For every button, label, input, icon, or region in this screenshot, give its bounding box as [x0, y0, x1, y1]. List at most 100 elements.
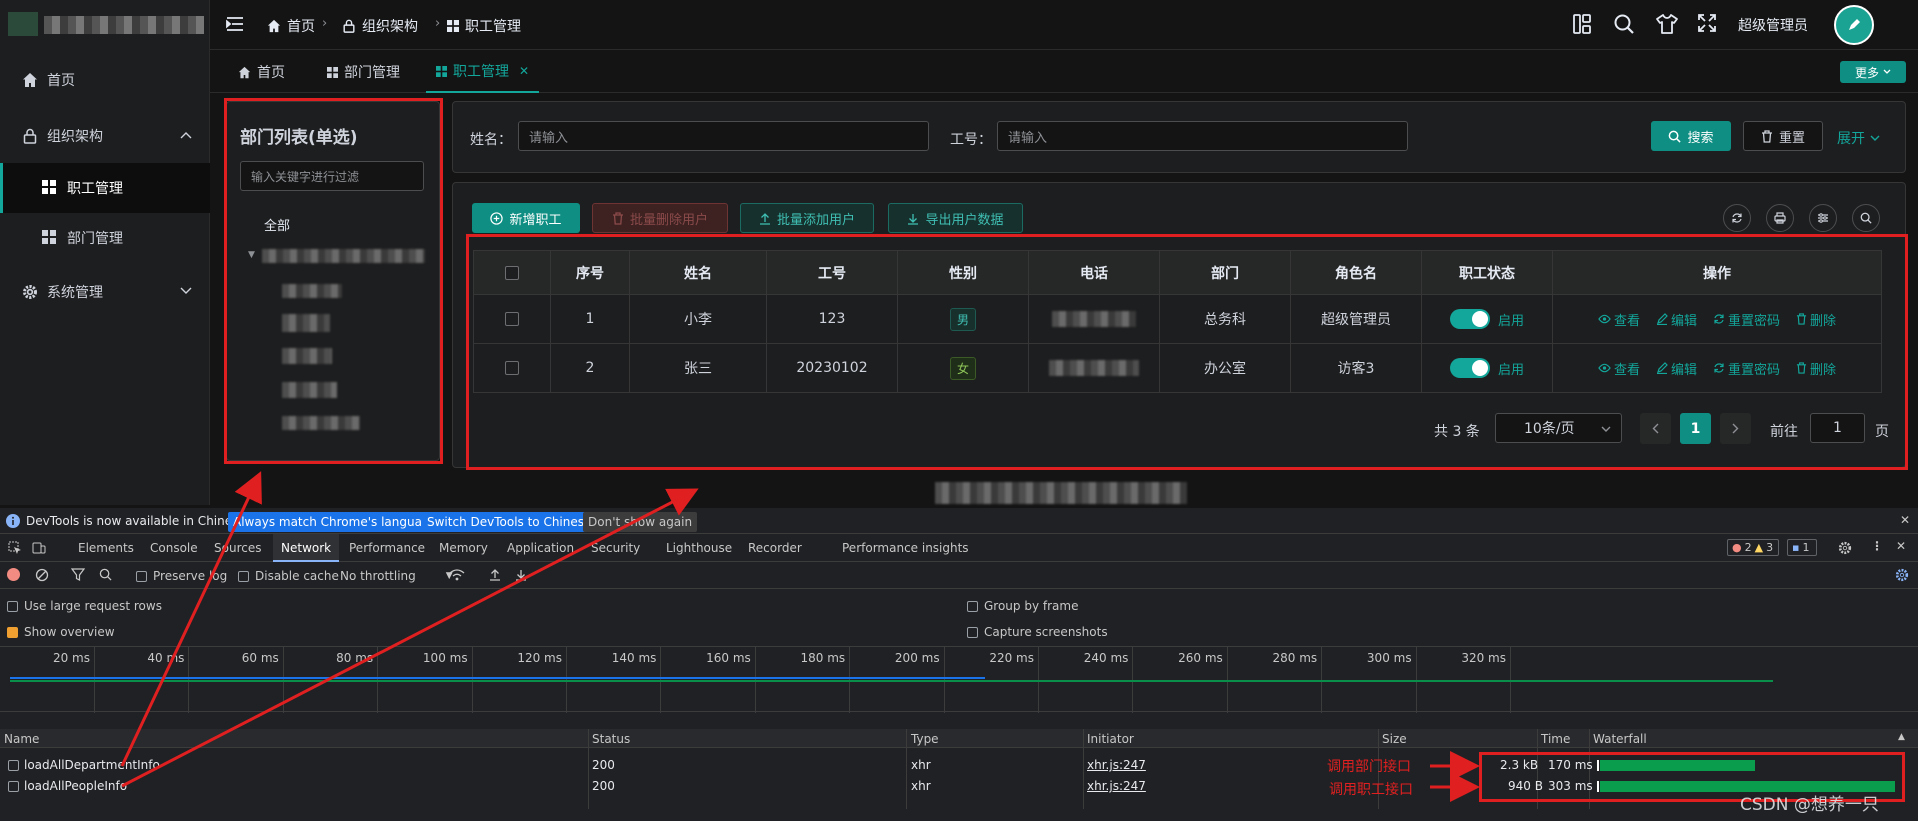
net-col-size[interactable]: Size [1382, 732, 1407, 746]
theme-shirt-icon[interactable] [1655, 13, 1679, 35]
page-number-current[interactable]: 1 [1680, 413, 1711, 444]
column-header[interactable]: 部门 [1160, 251, 1291, 294]
dept-filter-input[interactable]: 输入关键字进行过滤 [240, 161, 424, 191]
devtools-tab-network[interactable]: Network [273, 534, 340, 562]
filter-icon[interactable] [71, 568, 85, 582]
breadcrumb-org[interactable]: 组织架构 [342, 16, 418, 36]
menu-fold-icon[interactable] [226, 16, 244, 32]
tab-dept[interactable]: 部门管理 [327, 51, 400, 93]
delete-button[interactable]: 删除 [1796, 359, 1836, 378]
search-icon[interactable] [99, 568, 112, 581]
net-col-time[interactable]: Time [1541, 732, 1570, 746]
devtools-tab-performance[interactable]: Performance [349, 541, 425, 555]
throttling-select[interactable]: No throttling ▼ [340, 569, 453, 583]
column-header[interactable]: 工号 [767, 251, 898, 294]
row-checkbox[interactable] [505, 361, 519, 375]
search-button[interactable]: 搜索 [1651, 121, 1731, 151]
dept-tree-root[interactable]: 全部 [264, 215, 290, 234]
export-har-icon[interactable] [515, 568, 527, 581]
table-search-button[interactable] [1852, 204, 1880, 232]
close-icon[interactable]: ✕ [1896, 539, 1906, 553]
status-toggle[interactable] [1449, 309, 1490, 329]
add-employee-button[interactable]: 新增职工 [472, 203, 580, 233]
close-icon[interactable]: ✕ [1900, 513, 1910, 527]
row-checkbox[interactable] [505, 312, 519, 326]
net-col-waterfall[interactable]: Waterfall [1593, 732, 1647, 746]
print-button[interactable] [1766, 204, 1794, 232]
column-header[interactable]: 姓名 [630, 251, 767, 294]
next-page-button[interactable] [1720, 413, 1751, 444]
batch-add-button[interactable]: 批量添加用户 [740, 203, 874, 233]
issues-counter[interactable]: ● 2 ▲ 3 [1727, 539, 1779, 556]
request-name[interactable]: loadAllPeopleInfo [24, 779, 127, 793]
more-options-icon[interactable]: ⋮ [1871, 539, 1883, 553]
reset-button[interactable]: 重置 [1743, 121, 1823, 151]
capture-screenshots-checkbox[interactable]: Capture screenshots [967, 625, 1108, 639]
name-input[interactable]: 请输入 [518, 121, 929, 151]
view-button[interactable]: 查看 [1598, 359, 1640, 378]
edit-button[interactable]: 编辑 [1656, 359, 1697, 378]
switch-chinese-button[interactable]: Switch DevTools to Chinese [422, 512, 597, 532]
gear-icon[interactable] [1895, 568, 1909, 582]
devtools-tab-security[interactable]: Security [591, 541, 640, 555]
sidebar-item-dept[interactable]: 部门管理 [0, 213, 210, 263]
group-by-frame-checkbox[interactable]: Group by frame [967, 599, 1078, 613]
devtools-tab-recorder[interactable]: Recorder [748, 541, 802, 555]
caret-down-icon[interactable]: ▼ [248, 250, 255, 260]
devtools-tab-perf-insights[interactable]: Performance insights [842, 541, 969, 555]
network-conditions-icon[interactable] [449, 568, 465, 582]
status-toggle[interactable] [1449, 358, 1490, 378]
messages-counter[interactable]: ▪ 1 [1787, 539, 1817, 556]
dept-tree-item[interactable] [262, 249, 425, 263]
dept-tree-item[interactable] [282, 314, 330, 332]
large-rows-checkbox[interactable]: Use large request rows [7, 599, 162, 613]
inspect-icon[interactable] [8, 541, 22, 555]
show-overview-checkbox[interactable]: Show overview [7, 625, 115, 639]
sidebar-item-system[interactable]: 系统管理 [0, 267, 210, 317]
match-language-button[interactable]: Always match Chrome's language [228, 512, 442, 532]
request-name[interactable]: loadAllDepartmentInfo [24, 758, 160, 772]
close-icon[interactable]: ✕ [519, 64, 529, 78]
request-initiator[interactable]: xhr.js:247 [1087, 779, 1146, 793]
devtools-tab-elements[interactable]: Elements [78, 541, 134, 555]
sidebar-item-org[interactable]: 组织架构 [0, 111, 210, 161]
record-icon[interactable] [7, 568, 20, 581]
dept-tree-item[interactable] [282, 284, 342, 298]
user-name[interactable]: 超级管理员 [1738, 15, 1808, 35]
clear-icon[interactable] [35, 568, 49, 582]
preserve-log-checkbox[interactable]: Preserve log [136, 569, 227, 583]
edit-button[interactable]: 编辑 [1656, 310, 1697, 329]
sidebar-item-staff[interactable]: 职工管理 [0, 163, 210, 213]
expand-toggle[interactable]: 展开 [1837, 128, 1880, 148]
fullscreen-icon[interactable] [1697, 13, 1717, 33]
export-button[interactable]: 导出用户数据 [888, 203, 1023, 233]
sort-up-icon[interactable]: ▲ [1898, 732, 1905, 742]
select-all-checkbox[interactable] [505, 265, 519, 280]
reset-password-button[interactable]: 重置密码 [1713, 359, 1780, 378]
network-request-row[interactable]: loadAllPeopleInfo 200 xhr xhr.js:247 940… [0, 776, 1918, 797]
page-size-select[interactable]: 10条/页 [1495, 413, 1622, 443]
delete-button[interactable]: 删除 [1796, 310, 1836, 329]
dept-tree-item[interactable] [282, 382, 337, 398]
device-toolbar-icon[interactable] [32, 541, 46, 555]
request-initiator[interactable]: xhr.js:247 [1087, 758, 1146, 772]
search-icon[interactable] [1613, 13, 1635, 35]
network-request-row[interactable]: loadAllDepartmentInfo 200 xhr xhr.js:247… [0, 755, 1918, 776]
column-header[interactable]: 角色名 [1291, 251, 1422, 294]
dept-tree-item[interactable] [282, 416, 360, 430]
goto-page-input[interactable]: 1 [1810, 413, 1865, 443]
refresh-button[interactable] [1723, 204, 1751, 232]
dont-show-button[interactable]: Don't show again [583, 512, 698, 532]
sidebar-item-home[interactable]: 首页 [0, 55, 210, 105]
devtools-tab-console[interactable]: Console [150, 541, 198, 555]
employee-id-input[interactable]: 请输入 [997, 121, 1408, 151]
column-header[interactable]: 性别 [898, 251, 1029, 294]
net-col-type[interactable]: Type [911, 732, 939, 746]
column-header[interactable]: 电话 [1029, 251, 1160, 294]
view-button[interactable]: 查看 [1598, 310, 1640, 329]
prev-page-button[interactable] [1640, 413, 1671, 444]
net-col-status[interactable]: Status [592, 732, 630, 746]
devtools-tab-sources[interactable]: Sources [214, 541, 261, 555]
tab-home[interactable]: 首页 [238, 51, 285, 93]
net-col-name[interactable]: Name [4, 732, 39, 746]
